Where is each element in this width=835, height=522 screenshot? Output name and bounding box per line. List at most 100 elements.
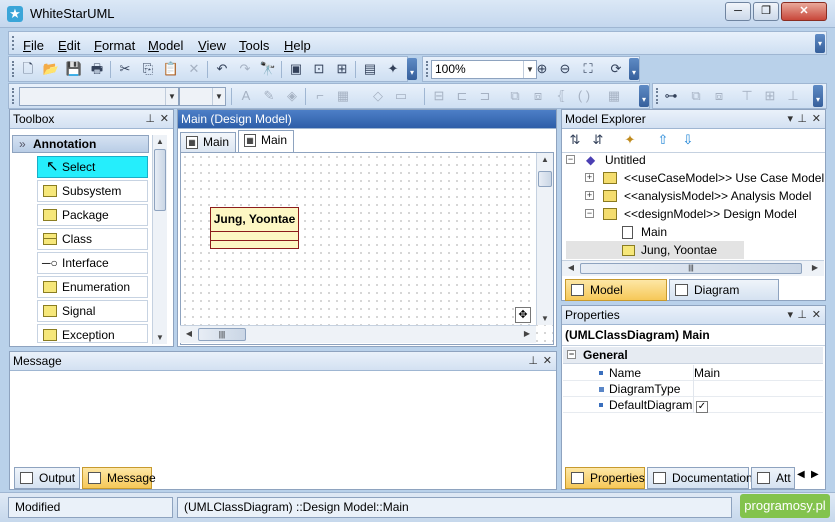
expand-icon[interactable]: + xyxy=(585,173,594,182)
copy-icon[interactable]: ⎘ xyxy=(139,60,157,78)
fill-color-icon[interactable]: ◈ xyxy=(283,87,301,105)
tree-item-analysis-model[interactable]: + <<analysisModel>> Analysis Model xyxy=(566,187,811,205)
pin-icon[interactable]: ⊥ xyxy=(528,352,538,370)
property-row-default-diagram[interactable]: DefaultDiagram ✓ xyxy=(563,397,823,413)
tab-diagram-explorer[interactable]: Diagram Explorer xyxy=(669,279,779,317)
brackets-icon[interactable]: ( ) xyxy=(575,87,593,105)
align-right-icon[interactable]: ⊐ xyxy=(476,87,494,105)
tab-scroll-left-icon[interactable]: ◀ xyxy=(797,469,805,480)
align-icon[interactable]: ⊟ xyxy=(430,87,448,105)
scroll-thumb[interactable]: ||| xyxy=(198,328,246,341)
zoom-in-icon[interactable]: ⊕ xyxy=(533,60,551,78)
dropdown-icon[interactable]: ▾ xyxy=(787,306,793,324)
tree-item-use-case-model[interactable]: + <<useCaseModel>> Use Case Model xyxy=(566,169,824,187)
menu-view[interactable]: View xyxy=(198,38,226,53)
uml-class-box[interactable]: Jung, Yoontae xyxy=(210,207,299,249)
toolbox-item-exception[interactable]: Exception xyxy=(37,324,148,343)
scroll-up-icon[interactable]: ▲ xyxy=(537,155,553,164)
menu-file[interactable]: File xyxy=(23,38,44,53)
explorer-hscrollbar[interactable]: ◀ ||| ▶ xyxy=(562,260,824,276)
font-color-icon[interactable]: ✎ xyxy=(260,87,278,105)
toolbox-item-enumeration[interactable]: Enumeration xyxy=(37,276,148,298)
open-folder-icon[interactable]: 📂 xyxy=(42,60,60,78)
property-row-name[interactable]: Name Main xyxy=(563,365,823,381)
undo-icon[interactable]: ↶ xyxy=(213,60,231,78)
scroll-up-icon[interactable]: ▲ xyxy=(153,137,167,146)
minimize-button[interactable]: ─ xyxy=(725,2,751,21)
print-icon[interactable]: 🖶 xyxy=(88,60,106,78)
toolbox-group-annotation[interactable]: » Annotation xyxy=(12,135,149,153)
diagram-edit-icon[interactable]: ⊞ xyxy=(333,60,351,78)
font-size-select[interactable]: ▼ xyxy=(179,87,226,106)
sort-ascending-icon[interactable]: ⇅ xyxy=(566,131,584,149)
toolbar-overflow-icon[interactable]: ▾ xyxy=(407,58,417,80)
tab-properties[interactable]: Properties xyxy=(565,467,645,489)
tab-main-1[interactable]: ▦ Main xyxy=(180,132,236,152)
diagram-hscrollbar[interactable]: ◀ ||| ▶ xyxy=(180,325,536,343)
close-icon[interactable]: ✕ xyxy=(160,110,169,128)
toolbar-overflow-icon[interactable]: ▾ xyxy=(813,85,823,107)
tree-item-jung-yoontae[interactable]: Jung, Yoontae xyxy=(566,241,744,259)
pin-icon[interactable]: ⊥ xyxy=(797,110,807,128)
sort-descending-icon[interactable]: ⇵ xyxy=(589,131,607,149)
close-icon[interactable]: ✕ xyxy=(543,352,552,370)
zoom-out-icon[interactable]: ⊖ xyxy=(556,60,574,78)
pin-icon[interactable]: ⊥ xyxy=(797,306,807,324)
layout-tree-icon[interactable]: ⊶ xyxy=(662,87,680,105)
align-middle-icon[interactable]: ⊞ xyxy=(761,87,779,105)
toolbar-overflow-icon[interactable]: ▾ xyxy=(629,58,639,80)
move-up-icon[interactable]: ⇧ xyxy=(654,131,672,149)
line-style-icon[interactable]: ⌐ xyxy=(311,87,329,105)
bring-front-icon[interactable]: ⧉ xyxy=(506,87,524,105)
font-name-select[interactable]: ▼ xyxy=(19,87,179,106)
expand-icon[interactable]: + xyxy=(585,191,594,200)
tab-model-explorer[interactable]: Model Explorer xyxy=(565,279,667,317)
menu-tools[interactable]: Tools xyxy=(239,38,269,53)
refresh-icon[interactable]: ⟳ xyxy=(607,60,625,78)
scroll-down-icon[interactable]: ▼ xyxy=(537,314,553,323)
menu-help[interactable]: Help xyxy=(284,38,311,53)
zoom-select[interactable]: 100% ▼ xyxy=(431,60,537,79)
find-binoculars-icon[interactable]: 🔭 xyxy=(259,60,277,78)
model-edit-icon[interactable]: ▣ xyxy=(287,60,305,78)
scroll-thumb[interactable] xyxy=(538,171,552,187)
new-file-icon[interactable]: 🗋 xyxy=(19,60,37,78)
toolbox-item-select[interactable]: ↖ Select xyxy=(37,156,148,178)
collapse-icon[interactable]: − xyxy=(585,209,594,218)
property-category-general[interactable]: − General xyxy=(563,347,823,364)
toolbox-item-class[interactable]: Class xyxy=(37,228,148,250)
stereotype-icon[interactable]: ▦ xyxy=(334,87,352,105)
suppress-attributes-icon[interactable]: ◇ xyxy=(369,87,387,105)
menu-overflow-icon[interactable]: ▾ xyxy=(815,34,825,53)
scroll-left-icon[interactable]: ◀ xyxy=(566,263,576,272)
delete-icon[interactable]: ✕ xyxy=(185,60,203,78)
toolbox-scrollbar[interactable]: ▲ ▼ xyxy=(152,135,167,344)
tab-output[interactable]: Output xyxy=(14,467,80,489)
diagram-select-icon[interactable]: ⊡ xyxy=(310,60,328,78)
scroll-down-icon[interactable]: ▼ xyxy=(153,333,167,342)
menu-format[interactable]: Format xyxy=(94,38,135,53)
dropdown-icon[interactable]: ▾ xyxy=(787,110,793,128)
tab-attachments[interactable]: Att xyxy=(751,467,795,489)
toolbox-item-interface[interactable]: ─○ Interface xyxy=(37,252,148,274)
font-icon[interactable]: A xyxy=(237,87,255,105)
toolbox-item-package[interactable]: Package xyxy=(37,204,148,226)
align-top-icon[interactable]: ⊤ xyxy=(738,87,756,105)
scroll-right-icon[interactable]: ▶ xyxy=(810,263,820,272)
scroll-right-icon[interactable]: ▶ xyxy=(522,329,532,338)
send-back-icon[interactable]: ⧈ xyxy=(529,87,547,105)
tree-item-untitled[interactable]: − ◆ Untitled xyxy=(566,151,806,169)
tree-item-main[interactable]: Main xyxy=(566,223,806,241)
pan-move-icon[interactable]: ✥ xyxy=(515,307,531,323)
close-icon[interactable]: ✕ xyxy=(812,110,821,128)
ungroup-icon[interactable]: ⧈ xyxy=(710,87,728,105)
toolbox-item-signal[interactable]: Signal xyxy=(37,300,148,322)
close-icon[interactable]: ✕ xyxy=(812,306,821,324)
property-value[interactable]: Main xyxy=(693,365,720,381)
property-value[interactable] xyxy=(693,381,694,397)
menu-model[interactable]: Model xyxy=(148,38,183,53)
scroll-thumb[interactable]: ||| xyxy=(580,263,802,274)
paste-icon[interactable]: 📋 xyxy=(162,60,180,78)
magic-wand-icon[interactable]: ✦ xyxy=(384,60,402,78)
toolbox-item-subsystem[interactable]: Subsystem xyxy=(37,180,148,202)
